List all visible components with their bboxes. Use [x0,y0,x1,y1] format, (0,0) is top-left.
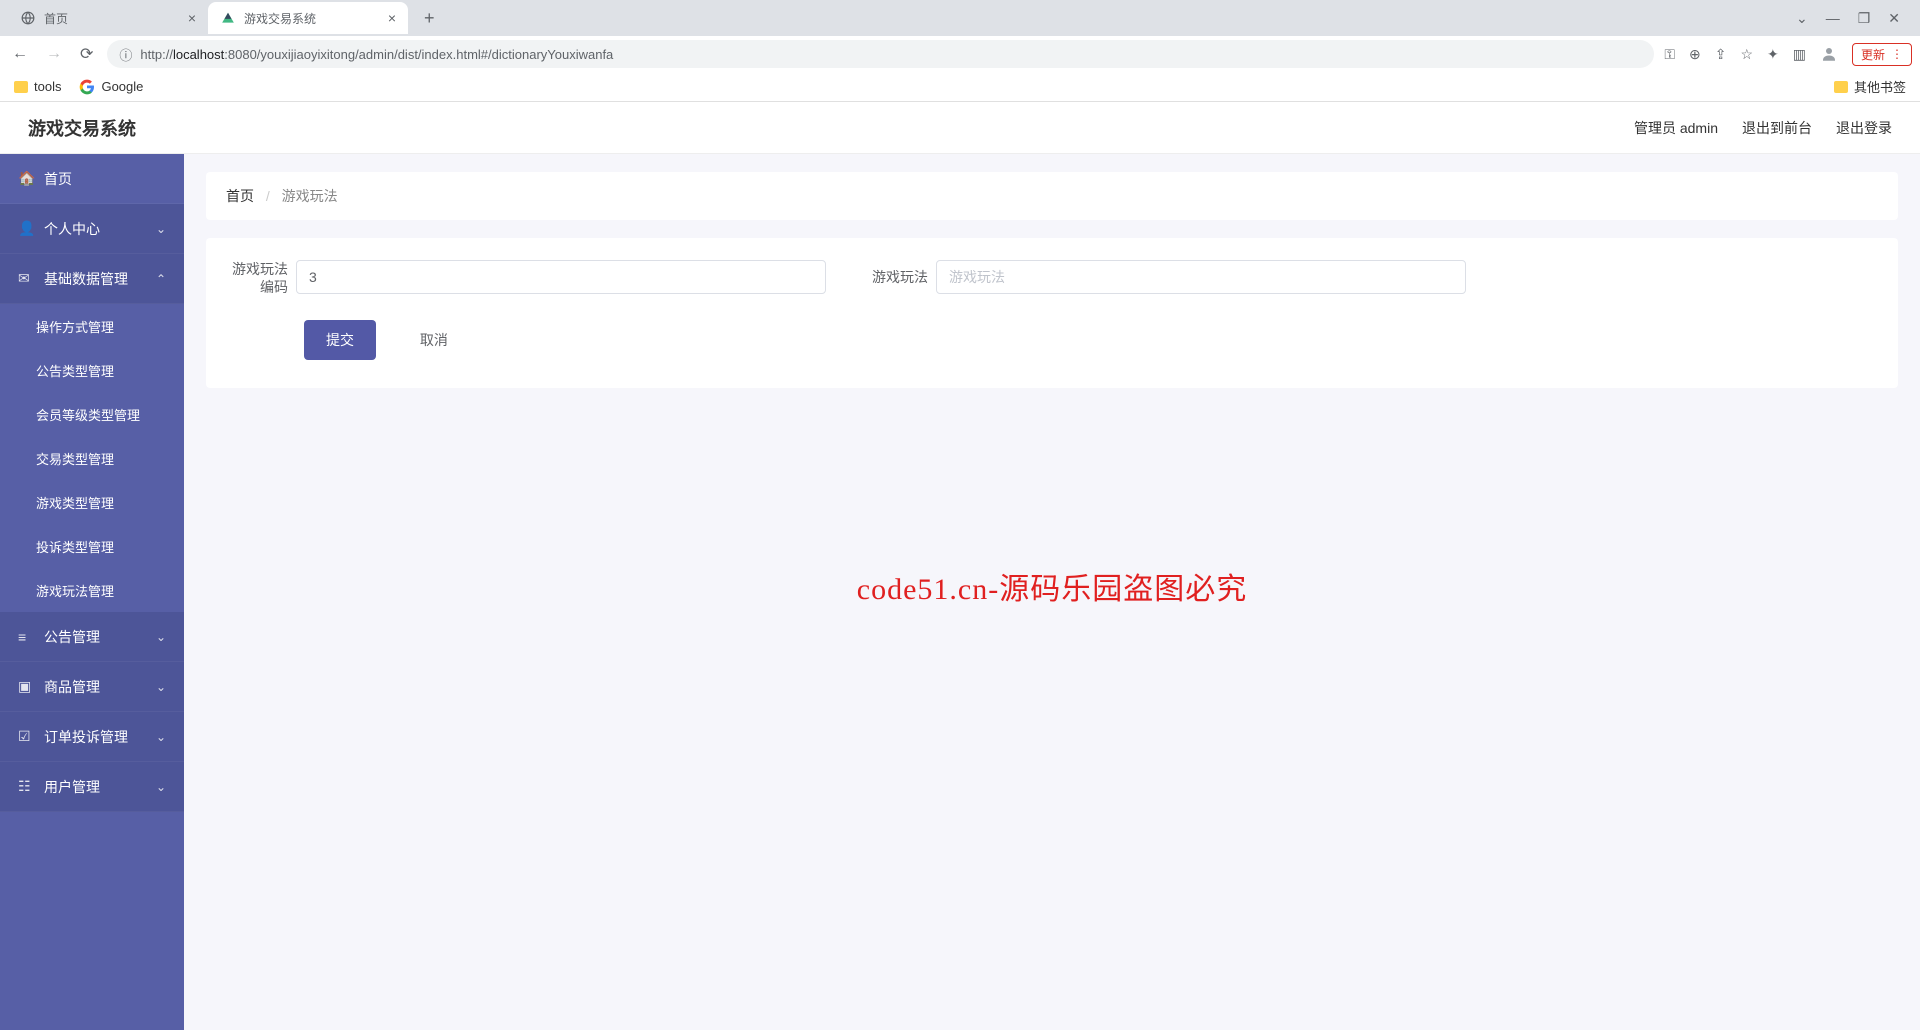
tab-title: 游戏交易系统 [244,10,380,27]
share-icon[interactable]: ⇪ [1715,46,1727,63]
label-name: 游戏玩法 [866,260,936,294]
back-icon[interactable]: ← [8,45,32,63]
globe-icon [20,10,36,26]
header-right: 管理员 admin 退出到前台 退出登录 [1634,118,1892,138]
form-group-name: 游戏玩法 [866,260,1466,296]
folder-icon [1834,81,1848,93]
bookmark-bar: tools Google 其他书签 [0,72,1920,102]
sidebar-item-notice[interactable]: ≡ 公告管理 ⌄ [0,612,184,662]
browser-tab-home[interactable]: 首页 × [8,2,208,34]
sidebar-item-basic-data[interactable]: ✉ 基础数据管理 ⌃ [0,254,184,304]
sidebar-item-order-complaint[interactable]: ☑ 订单投诉管理 ⌄ [0,712,184,762]
main-content: 首页 / 游戏玩法 游戏玩法编码 游戏玩法 提交 取消 code51.cn-源码… [184,154,1920,1030]
list-icon: ≡ [18,629,34,645]
submenu-basic-data: 操作方式管理 公告类型管理 会员等级类型管理 交易类型管理 游戏类型管理 投诉类… [0,304,184,612]
sidebar-item-personal[interactable]: 👤 个人中心 ⌄ [0,204,184,254]
sub-item-op-mode[interactable]: 操作方式管理 [0,304,184,348]
sidebar: 🏠 首页 👤 个人中心 ⌄ ✉ 基础数据管理 ⌃ 操作方式管理 公告类型管理 会… [0,154,184,1030]
chevron-up-icon: ⌃ [156,272,166,286]
user-icon: 👤 [18,220,34,237]
mail-icon: ✉ [18,270,34,287]
tab-title: 首页 [44,10,180,27]
logout-link[interactable]: 退出登录 [1836,118,1892,138]
google-icon [79,79,95,95]
folder-icon [14,81,28,93]
chevron-down-icon[interactable]: ⌄ [1796,10,1808,27]
sub-item-member-level[interactable]: 会员等级类型管理 [0,392,184,436]
url-input[interactable]: ⓘ http:// localhost :8080/youxijiaoyixit… [107,40,1654,68]
app-header: 游戏交易系统 管理员 admin 退出到前台 退出登录 [0,102,1920,154]
breadcrumb-home[interactable]: 首页 [226,188,254,204]
url-scheme: http:// [140,47,173,62]
close-icon[interactable]: × [388,10,396,26]
zoom-icon[interactable]: ⊕ [1689,46,1701,63]
breadcrumb: 首页 / 游戏玩法 [206,172,1898,220]
chevron-down-icon: ⌄ [156,730,166,744]
bookmark-google[interactable]: Google [79,79,143,95]
browser-tab-app[interactable]: 游戏交易系统 × [208,2,408,34]
sub-item-notice-type[interactable]: 公告类型管理 [0,348,184,392]
minimize-icon[interactable]: — [1826,10,1840,27]
sidebar-item-user[interactable]: ☷ 用户管理 ⌄ [0,762,184,812]
watermark-text: code51.cn-源码乐园盗图必究 [857,564,1247,608]
tab-bar: 首页 × 游戏交易系统 × + ⌄ — ❐ ✕ [0,0,1920,36]
sub-item-trade-type[interactable]: 交易类型管理 [0,436,184,480]
close-icon[interactable]: × [188,10,196,26]
extensions-icon[interactable]: ✦ [1767,46,1779,63]
form-actions: 提交 取消 [226,320,1878,360]
input-name[interactable] [936,260,1466,294]
sub-item-game-type[interactable]: 游戏类型管理 [0,480,184,524]
profile-icon[interactable] [1820,45,1838,63]
check-icon: ☑ [18,728,34,745]
input-code[interactable] [296,260,826,294]
home-icon: 🏠 [18,170,34,187]
update-button[interactable]: 更新⋮ [1852,43,1912,66]
star-icon[interactable]: ☆ [1740,46,1753,63]
addr-right-icons: ⚿ ⊕ ⇪ ☆ ✦ ▥ 更新⋮ [1664,43,1912,66]
window-controls: ⌄ — ❐ ✕ [1796,10,1912,27]
site-info-icon[interactable]: ⓘ [119,45,132,64]
url-host: localhost [173,47,224,62]
chevron-down-icon: ⌄ [156,630,166,644]
reload-icon[interactable]: ⟳ [76,44,97,64]
bookmark-other[interactable]: 其他书签 [1834,77,1906,96]
app-title: 游戏交易系统 [28,115,136,141]
browser-chrome: 首页 × 游戏交易系统 × + ⌄ — ❐ ✕ ← → ⟳ ⓘ http:// … [0,0,1920,102]
key-icon[interactable]: ⚿ [1664,46,1675,63]
close-window-icon[interactable]: ✕ [1888,10,1900,27]
cancel-button[interactable]: 取消 [398,320,470,360]
address-bar: ← → ⟳ ⓘ http:// localhost :8080/youxijia… [0,36,1920,72]
maximize-icon[interactable]: ❐ [1858,10,1871,27]
vue-icon [220,10,236,26]
chevron-down-icon: ⌄ [156,680,166,694]
users-icon: ☷ [18,778,34,795]
submit-button[interactable]: 提交 [304,320,376,360]
forward-icon[interactable]: → [42,45,66,63]
chevron-down-icon: ⌄ [156,780,166,794]
breadcrumb-sep: / [266,188,270,204]
sub-item-gameplay[interactable]: 游戏玩法管理 [0,568,184,612]
sidebar-item-home[interactable]: 🏠 首页 [0,154,184,204]
form-card: 游戏玩法编码 游戏玩法 提交 取消 [206,238,1898,388]
bookmark-tools[interactable]: tools [14,79,61,94]
url-path: :8080/youxijiaoyixitong/admin/dist/index… [224,47,613,62]
label-code: 游戏玩法编码 [226,260,296,296]
breadcrumb-current: 游戏玩法 [282,188,338,204]
chevron-down-icon: ⌄ [156,222,166,236]
box-icon: ▣ [18,678,34,695]
sidepanel-icon[interactable]: ▥ [1793,46,1806,63]
new-tab-button[interactable]: + [416,8,443,29]
admin-label[interactable]: 管理员 admin [1634,118,1718,138]
sidebar-item-goods[interactable]: ▣ 商品管理 ⌄ [0,662,184,712]
app-body: 🏠 首页 👤 个人中心 ⌄ ✉ 基础数据管理 ⌃ 操作方式管理 公告类型管理 会… [0,154,1920,1030]
form-group-code: 游戏玩法编码 [226,260,826,296]
to-front-link[interactable]: 退出到前台 [1742,118,1812,138]
sub-item-complaint-type[interactable]: 投诉类型管理 [0,524,184,568]
form-row: 游戏玩法编码 游戏玩法 [226,260,1878,296]
